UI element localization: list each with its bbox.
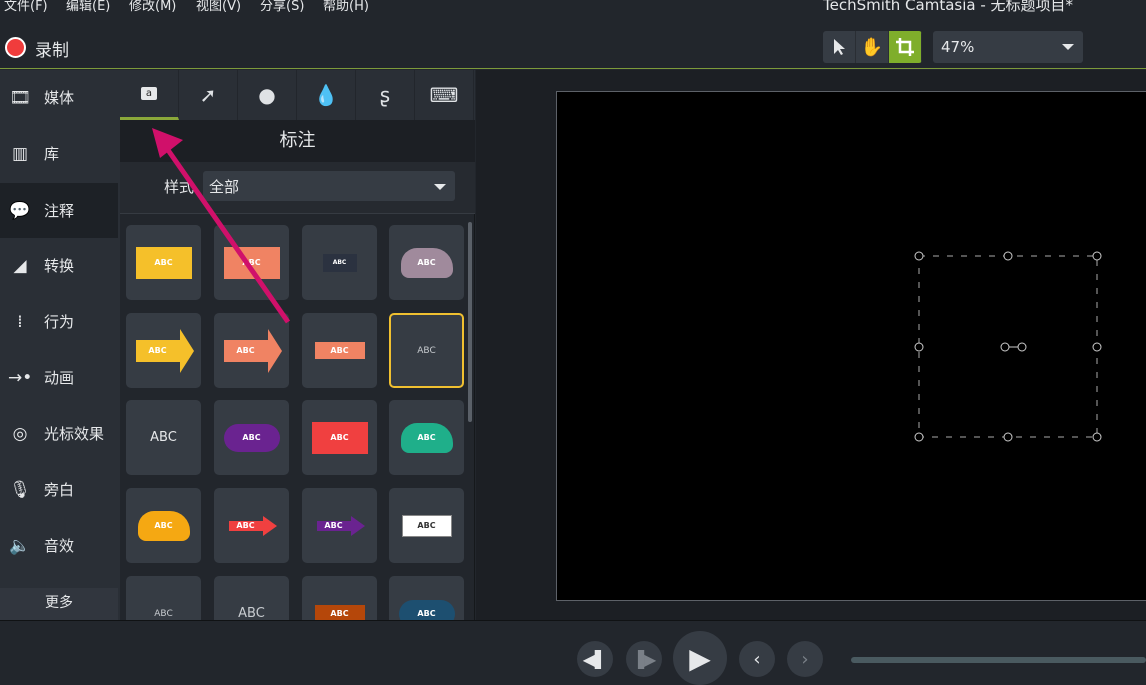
annotation-pointer-arrow	[152, 128, 291, 324]
